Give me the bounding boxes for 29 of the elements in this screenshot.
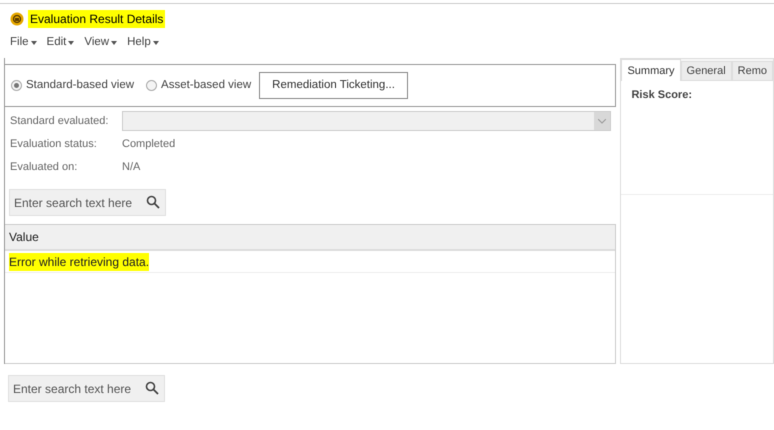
tab[interactable]: General [680, 61, 732, 80]
field-value: N/A [122, 160, 140, 175]
caret-icon [111, 40, 118, 45]
risk-score-label: Risk Score: [630, 88, 693, 104]
app-icon [10, 12, 24, 26]
field-label: Standard evaluated: [10, 114, 110, 129]
search-icon [146, 195, 160, 210]
chevron-down-icon [598, 118, 606, 124]
search-field[interactable]: Enter search text here [8, 375, 165, 402]
menu-item[interactable]: Edit [46, 34, 74, 52]
tab[interactable]: Remo [732, 61, 773, 80]
field-value: Completed [122, 137, 176, 152]
field-label: Evaluation status: [10, 137, 98, 152]
search-field[interactable]: Enter search text here [9, 189, 166, 216]
menu-item[interactable]: File [10, 34, 37, 52]
tab[interactable]: Summary [621, 59, 681, 82]
radio-option[interactable]: Asset-based view [146, 77, 252, 94]
menu-item[interactable]: Help [127, 34, 159, 52]
column-header: Value [8, 229, 40, 246]
caret-icon [68, 40, 74, 45]
table-cell: Error while retrieving data. [9, 252, 150, 271]
caret-icon [152, 40, 159, 45]
menu-item[interactable]: View [84, 34, 118, 52]
remediation-button[interactable]: Remediation Ticketing... [259, 72, 408, 100]
field-label: Evaluated on: [10, 160, 78, 175]
radio-option[interactable]: Standard-based view [11, 77, 134, 94]
window-title: Evaluation Result Details [28, 10, 166, 28]
search-icon [145, 381, 159, 396]
caret-icon [30, 40, 37, 45]
